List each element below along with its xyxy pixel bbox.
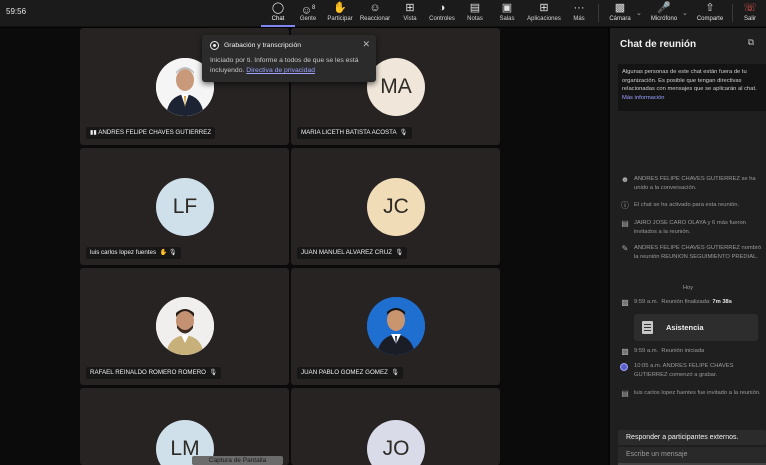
close-icon[interactable]: ✕ (362, 39, 370, 50)
raise-hand-button[interactable]: ✋ Participar (323, 1, 357, 27)
participant-tile[interactable]: RAFAEL REINALDO ROMERO ROMERO 🎙 (80, 268, 289, 385)
camera-button[interactable]: ▩ Cámara (606, 1, 634, 27)
meeting-ended-event: ▩ 9:59 a.m. Reunión finalizada: 7m 38s (621, 298, 733, 307)
participant-tile[interactable]: LM (80, 388, 289, 465)
recording-started-event: 10:05 a.m. ANDRES FELIPE CHAVES GUTIERRE… (634, 363, 734, 378)
popup-title: Grabación y transcripción (224, 42, 302, 49)
chat-title: Chat de reunión (620, 39, 697, 50)
participant-name: ▮▮ ANDRES FELIPE CHAVES GUTIERREZ (86, 127, 216, 139)
participant-tile[interactable]: JC JUAN MANUEL ALVAREZ CRUZ 🎙 (291, 148, 500, 265)
file-icon (642, 321, 653, 334)
react-button[interactable]: ☺ Reaccionar (358, 1, 392, 27)
muted-mic-icon: 🎙 (168, 249, 177, 256)
muted-mic-icon: 🎙 (209, 369, 218, 376)
people-button[interactable]: ☺8 Gente (291, 1, 325, 27)
invited-event: ▤ luis carlos lopez fuentes fue invitado… (621, 389, 761, 398)
person-joined-icon: ☻ (620, 175, 630, 184)
emoji-icon: ☺ (369, 2, 381, 14)
leave-button[interactable]: ☏ Salir (737, 1, 763, 27)
apps-button[interactable]: ⊞ Aplicaciones (525, 1, 563, 27)
muted-mic-icon: 🎙 (391, 369, 400, 376)
controls-button[interactable]: ◑ Controles (425, 1, 459, 27)
participant-name: luis carlos lopez fuentes ✋ 🎙 (86, 247, 181, 259)
meeting-toolbar: 59:56 ◯ Chat ☺8 Gente ✋ Participar ☺ Rea… (0, 0, 766, 27)
mic-button[interactable]: 🎤 Micrófono (647, 1, 681, 27)
calendar-icon: ▤ (621, 389, 629, 398)
chat-event: ☻ ANDRES FELIPE CHAVES GUTIERREZ se ha u… (620, 175, 756, 191)
popout-icon[interactable]: ⧉ (748, 37, 754, 48)
view-button[interactable]: ⊞ Vista (393, 1, 427, 27)
chat-event: ✎ ANDRES FELIPE CHAVES GUTIERREZ nombró … (621, 244, 762, 260)
breakout-rooms-icon: ▣ (501, 2, 513, 14)
share-icon: ⇧ (705, 2, 715, 14)
participant-avatar: JO (367, 420, 425, 465)
message-input[interactable]: Escribe un mensaje (618, 447, 766, 465)
notes-icon: ▤ (469, 2, 481, 14)
calendar-icon: ▤ (621, 219, 629, 228)
chat-icon: ◯ (271, 2, 285, 14)
video-stage: ▮▮ ANDRES FELIPE CHAVES GUTIERREZ MA MAR… (0, 28, 608, 465)
attendance-card[interactable]: Asistencia (634, 314, 758, 341)
reply-external-button[interactable]: Responder a participantes externos. (618, 430, 766, 445)
share-button[interactable]: ⇧ Comparte (693, 1, 727, 27)
video-icon: ▩ (621, 298, 629, 307)
muted-mic-icon: 🎙 (399, 129, 408, 136)
recording-notice-popup: Grabación y transcripción ✕ Iniciado por… (202, 35, 376, 82)
breakout-rooms-button[interactable]: ▣ Salas (490, 1, 524, 27)
grid-view-icon: ⊞ (405, 2, 415, 14)
camera-options-chevron-icon[interactable]: ⌄ (636, 9, 642, 17)
participant-name: RAFAEL REINALDO ROMERO ROMERO 🎙 (86, 367, 222, 379)
participant-name: MARIA LICETH BATISTA ACOSTA 🎙 (297, 127, 412, 139)
screenshot-tooltip: Captura de Pantalla (192, 456, 283, 465)
microphone-icon: 🎤 (657, 2, 671, 14)
video-icon: ▩ (621, 347, 629, 356)
participant-avatar: JC (367, 178, 425, 236)
recording-icon (210, 41, 219, 50)
info-icon: ⓘ (621, 201, 629, 210)
meeting-started-event: ▩ 9:59 a.m. Reunión iniciada (621, 347, 705, 356)
participant-photo (156, 297, 214, 355)
camera-off-icon: ▩ (614, 2, 626, 14)
notes-button[interactable]: ▤ Notas (458, 1, 492, 27)
more-icon: ··· (573, 2, 585, 14)
raise-hand-icon: ✋ (333, 2, 347, 14)
popup-body: Iniciado por ti. Informe a todos de que … (210, 57, 359, 74)
day-separator: Hoy (682, 285, 694, 291)
pencil-icon: ✎ (621, 244, 629, 253)
privacy-policy-link[interactable]: Directiva de privacidad (246, 67, 315, 74)
more-button[interactable]: ··· Más (562, 1, 596, 27)
participant-name: JUAN PABLO GOMEZ GOMEZ 🎙 (297, 367, 404, 379)
external-notice: Algunas personas de este chat están fuer… (618, 64, 766, 111)
hang-up-icon: ☏ (743, 2, 757, 14)
meeting-chat-panel: Chat de reunión ⧉ Algunas personas de es… (610, 28, 766, 465)
participant-avatar: LF (156, 178, 214, 236)
participant-tile[interactable]: JO (291, 388, 500, 465)
chat-event: ⓘ El chat se ha activado para esta reuni… (621, 201, 740, 210)
raised-hand-icon: ✋ (159, 249, 168, 256)
participant-tile[interactable]: LF luis carlos lopez fuentes ✋ 🎙 (80, 148, 289, 265)
mic-options-chevron-icon[interactable]: ⌄ (682, 9, 688, 17)
attendance-label: Asistencia (666, 323, 704, 332)
meeting-timer: 59:56 (6, 7, 27, 16)
participant-name: JUAN MANUEL ALVAREZ CRUZ 🎙 (297, 247, 408, 259)
apps-icon: ⊞ (539, 2, 549, 14)
more-info-link[interactable]: Más información (622, 95, 665, 101)
muted-mic-icon: 🎙 (395, 249, 404, 256)
people-icon: ☺8 (300, 4, 316, 17)
participant-photo (367, 297, 425, 355)
controls-icon: ◑ (438, 2, 446, 14)
participant-tile[interactable]: JUAN PABLO GOMEZ GOMEZ 🎙 (291, 268, 500, 385)
chat-button[interactable]: ◯ Chat (261, 1, 295, 27)
chat-event: ▤ JAIRO JOSE CARO OLAYA y 6 más fueron i… (621, 219, 746, 235)
toolbar-divider (732, 4, 733, 22)
toolbar-divider (598, 4, 599, 22)
